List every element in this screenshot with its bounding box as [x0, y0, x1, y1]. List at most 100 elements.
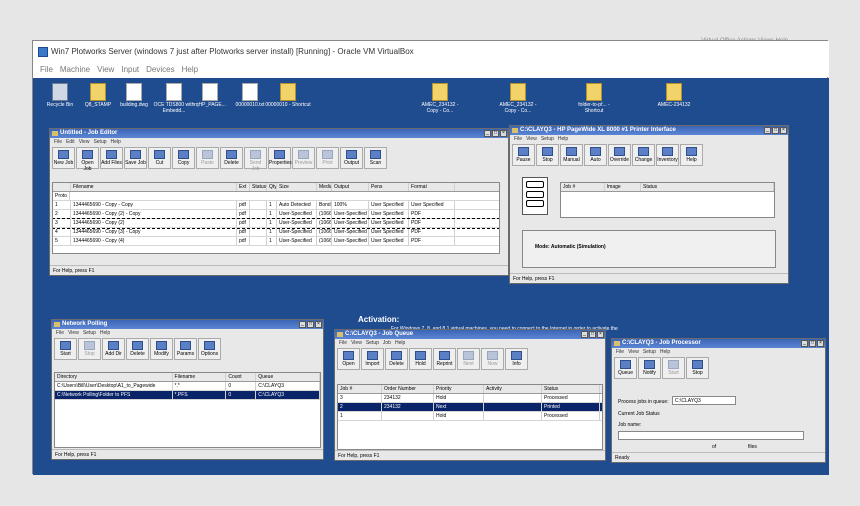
properties-button[interactable]: Properties — [268, 147, 292, 169]
preview-button[interactable]: Preview — [292, 147, 315, 169]
desktop-icon[interactable]: AMEC-234132 — [651, 83, 697, 108]
job-processor-window[interactable]: C:\CLAYQ3 - Job Processor _ □ × File View Set… — [611, 338, 826, 463]
minimize-icon[interactable]: _ — [764, 127, 771, 134]
queue-menu-item[interactable]: File — [339, 340, 347, 346]
printer-menu-item[interactable]: Help — [558, 136, 568, 142]
output-button[interactable]: Output — [340, 147, 363, 169]
processor-menu-item[interactable]: File — [616, 349, 624, 355]
editor-menu-item[interactable]: Help — [111, 139, 121, 145]
editor-menu-item[interactable]: File — [54, 139, 62, 145]
printer-menu-item[interactable]: Setup — [541, 136, 554, 142]
maximize-icon[interactable]: □ — [492, 130, 499, 137]
printer-menu-item[interactable]: File — [514, 136, 522, 142]
desktop-icon[interactable]: AMEC_234132 - Copy - Co... — [417, 83, 463, 114]
minimize-icon[interactable]: _ — [581, 331, 588, 338]
table-row[interactable]: 3 234132 Hold Processed — [338, 394, 602, 403]
print-button[interactable]: Print — [316, 147, 339, 169]
modify-button[interactable]: Modify — [150, 338, 173, 360]
table-row[interactable]: 1 Hold Processed — [338, 412, 602, 421]
open-button[interactable]: Open — [337, 348, 360, 370]
queue-column-header[interactable]: Status — [542, 385, 600, 393]
printer-column-header[interactable]: Status — [641, 183, 774, 191]
printer-title-bar[interactable]: C:\CLAYQ3 - HP PageWide XL 8000 #1 Print… — [510, 126, 788, 135]
maximize-icon[interactable]: □ — [307, 321, 314, 328]
printer-job-grid[interactable]: Job # Image Status — [560, 182, 775, 218]
vbox-menu-item[interactable]: Machine — [60, 65, 90, 74]
add-dir-button[interactable]: Add Dir — [102, 338, 125, 360]
polling-menu-item[interactable]: Help — [100, 330, 110, 336]
desktop-icon[interactable]: 00000010 - Shortcut — [265, 83, 311, 108]
save-job-button[interactable]: Save Job — [124, 147, 147, 169]
job-editor-window[interactable]: Untitled - Job Editor _ □ × File Edit View Set… — [49, 128, 509, 276]
editor-column-header[interactable]: Ext — [237, 183, 250, 191]
table-row[interactable]: 2 234132 Next Printed — [338, 403, 602, 412]
params-button[interactable]: Params — [174, 338, 197, 360]
stop-button[interactable]: Stop — [78, 338, 101, 360]
change-button[interactable]: Change — [632, 144, 655, 166]
paste-button[interactable]: Paste — [196, 147, 219, 169]
table-row[interactable]: 3 1344465690 - Copy (2) pdf 1 User-Specified… — [53, 218, 499, 229]
job-queue-window[interactable]: C:\CLAYQ3 - Job Queue _ □ × File View Setup Jo… — [334, 329, 606, 461]
polling-menu-item[interactable]: Setup — [83, 330, 96, 336]
options-button[interactable]: Options — [198, 338, 221, 360]
queue-column-header[interactable]: Order Number — [382, 385, 434, 393]
queue-grid[interactable]: Job # Order Number Priority Activity Status … — [337, 384, 603, 450]
close-icon[interactable]: × — [817, 340, 824, 347]
vbox-menu-item[interactable]: Input — [121, 65, 139, 74]
process-queue-field[interactable]: C:\CLAYQ3 — [672, 396, 736, 405]
next-button[interactable]: Next — [457, 348, 480, 370]
polling-column-header[interactable]: Filename — [173, 373, 227, 381]
info-button[interactable]: Info — [505, 348, 528, 370]
queue-menu-item[interactable]: Job — [383, 340, 391, 346]
minimize-icon[interactable]: _ — [484, 130, 491, 137]
queue-menu-item[interactable]: Help — [395, 340, 405, 346]
vbox-menu-item[interactable]: View — [97, 65, 114, 74]
start-button[interactable]: Start — [54, 338, 77, 360]
open-job-button[interactable]: Open Job — [76, 147, 99, 172]
maximize-icon[interactable]: □ — [809, 340, 816, 347]
network-polling-window[interactable]: Network Polling _ □ × File View Setup Help Sta… — [51, 319, 324, 460]
now-button[interactable]: Now — [481, 348, 504, 370]
table-row[interactable]: 4 1344465690 - Copy (3) - Copy pdf 1 User-Sp… — [53, 228, 499, 237]
polling-menu-item[interactable]: View — [68, 330, 79, 336]
editor-menu-item[interactable]: Setup — [93, 139, 106, 145]
copy-button[interactable]: Copy — [172, 147, 195, 169]
printer-column-header[interactable]: Job # — [561, 183, 605, 191]
new-job-button[interactable]: New Job — [52, 147, 75, 169]
polling-title-bar[interactable]: Network Polling _ □ × — [52, 320, 323, 329]
close-icon[interactable]: × — [315, 321, 322, 328]
job-editor-file-grid[interactable]: Filename Ext Status Qty Size Media Output Pens F… — [52, 182, 500, 254]
vbox-menu-item[interactable]: Devices — [146, 65, 174, 74]
manual-button[interactable]: Manual — [560, 144, 583, 166]
add-files-button[interactable]: Add Files — [100, 147, 123, 169]
job-editor-title-bar[interactable]: Untitled - Job Editor _ □ × — [50, 129, 508, 138]
close-icon[interactable]: × — [597, 331, 604, 338]
queue-menu-item[interactable]: Setup — [366, 340, 379, 346]
hold-button[interactable]: Hold — [409, 348, 432, 370]
queue-column-header[interactable]: Job # — [338, 385, 382, 393]
reprint-button[interactable]: Reprint — [433, 348, 456, 370]
editor-column-header[interactable]: Size — [277, 183, 317, 191]
delete-button[interactable]: Delete — [220, 147, 243, 169]
auto-button[interactable]: Auto — [584, 144, 607, 166]
cut-button[interactable]: Cut — [148, 147, 171, 169]
close-icon[interactable]: × — [780, 127, 787, 134]
processor-menu-item[interactable]: Help — [660, 349, 670, 355]
printer-column-header[interactable]: Image — [605, 183, 641, 191]
send-job-button[interactable]: Send Job — [244, 147, 267, 172]
virtualbox-title-bar[interactable]: Win7 Plotworks Server (windows 7 just af… — [33, 41, 829, 63]
table-row[interactable]: 2 1344465690 - Copy (2) - Copy pdf 1 User-Sp… — [53, 210, 499, 219]
polling-column-header[interactable]: Queue — [256, 373, 320, 381]
polling-column-header[interactable]: Directory — [55, 373, 173, 381]
maximize-icon[interactable]: □ — [772, 127, 779, 134]
processor-title-bar[interactable]: C:\CLAYQ3 - Job Processor _ □ × — [612, 339, 825, 348]
vbox-menu-item[interactable]: File — [40, 65, 53, 74]
pause-button[interactable]: Pause — [512, 144, 535, 166]
polling-grid[interactable]: Directory Filename Count Queue C:\Users\Bil… — [54, 372, 321, 448]
editor-column-header[interactable]: Output — [332, 183, 369, 191]
start-button[interactable]: Start — [662, 357, 685, 379]
table-row[interactable]: C:\Users\Bill\User\Desktop\A1_to_Pagewid… — [55, 382, 320, 391]
vbox-menu-item[interactable]: Help — [182, 65, 198, 74]
editor-menu-item[interactable]: View — [79, 139, 90, 145]
desktop-icon[interactable]: AMEC_234132 - Copy - Co... — [495, 83, 541, 114]
